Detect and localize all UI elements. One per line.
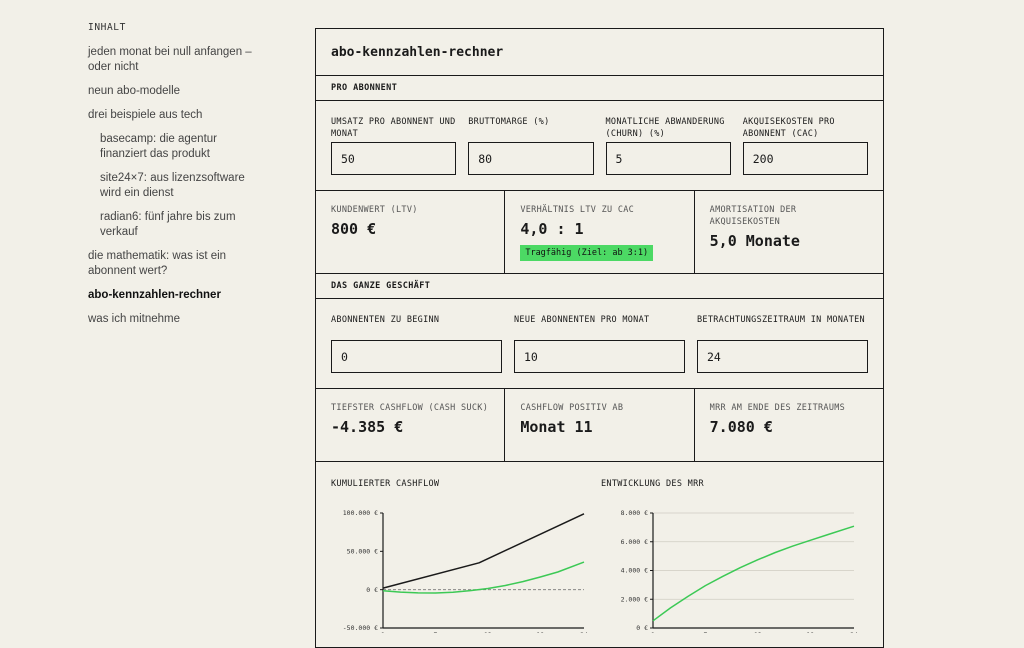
toc-item[interactable]: was ich mitnehme (88, 312, 263, 327)
y-tick-label: 100.000 € (343, 509, 378, 517)
gross-margin-field: BRUTTOMARGE (%) (468, 101, 594, 190)
x-tick-label: 24 (580, 631, 588, 633)
start-subscribers-label: ABONNENTEN ZU BEGINN (331, 315, 440, 325)
calculator-title: abo-kennzahlen-rechner (316, 29, 883, 76)
new-subscribers-field: NEUE ABONNENTEN PRO MONAT (514, 299, 685, 388)
x-tick-label: 13 (484, 631, 492, 633)
mrr-chart-title: ENTWICKLUNG DES MRR (601, 479, 704, 489)
y-tick-label: 4.000 € (621, 567, 648, 575)
cashflow-chart: KUMULIERTER CASHFLOW -50.000 € 0 € 50.000 … (331, 479, 601, 639)
churn-field: MONATLICHE ABWANDERUNG (CHURN) (%) (605, 101, 731, 190)
series-line (382, 513, 585, 589)
payback-value: 5,0 Monate (709, 232, 800, 250)
payback-label: AMORTISATION DER AKQUISEKOSTEN (709, 205, 797, 227)
ltv-cac-label: VERHÄLTNIS LTV ZU CAC (520, 205, 635, 215)
ltv-label: KUNDENWERT (LTV) (331, 205, 418, 215)
gross-margin-label: BRUTTOMARGE (%) (468, 117, 550, 127)
y-tick-label: 8.000 € (621, 509, 648, 517)
series-line (382, 561, 585, 594)
toc-item[interactable]: drei beispiele aus tech (88, 108, 263, 123)
start-subscribers-input[interactable] (331, 340, 502, 373)
y-tick-label: 50.000 € (347, 548, 378, 556)
period-label: BETRACHTUNGSZEITRAUM IN MONATEN (697, 315, 865, 325)
cac-label: AKQUISEKOSTEN PRO ABONNENT (CAC) (742, 117, 835, 139)
cac-input[interactable] (742, 142, 868, 175)
per-subscriber-results: KUNDENWERT (LTV) 800 € VERHÄLTNIS LTV ZU… (316, 191, 883, 274)
mrr-end-result: MRR AM ENDE DES ZEITRAUMS 7.080 € (695, 389, 883, 461)
churn-input[interactable] (605, 142, 731, 175)
toc-item[interactable]: neun abo-modelle (88, 84, 263, 99)
business-results: TIEFSTER CASHFLOW (CASH SUCK) -4.385 € C… (316, 389, 883, 462)
cash-suck-label: TIEFSTER CASHFLOW (CASH SUCK) (331, 403, 489, 413)
cash-suck-value: -4.385 € (331, 418, 404, 436)
mrr-chart-svg: 0 € 2.000 € 4.000 € 6.000 € 8.000 € 1 7 13 19 24 (621, 509, 858, 639)
table-of-contents: INHALT jeden monat bei null anfangen – o… (88, 22, 263, 336)
per-subscriber-inputs: UMSATZ PRO ABONNENT UND MONAT BRUTTOMARG… (316, 101, 883, 191)
status-badge: Tragfähig (Ziel: ab 3:1) (520, 245, 654, 261)
ltv-value: 800 € (331, 220, 377, 238)
series-line (652, 525, 855, 622)
toc-item[interactable]: die mathematik: was ist ein abonnent wer… (88, 249, 263, 279)
section-per-subscriber: PRO ABONNENT (316, 76, 883, 101)
toc-item[interactable]: site24×7: aus lizenzsoftware wird ein di… (88, 171, 263, 201)
toc-item[interactable]: jeden monat bei null anfangen – oder nic… (88, 45, 263, 75)
x-tick-label: 7 (703, 631, 707, 633)
cash-suck-result: TIEFSTER CASHFLOW (CASH SUCK) -4.385 € (316, 389, 506, 461)
charts-row: KUMULIERTER CASHFLOW -50.000 € 0 € 50.000 … (316, 462, 883, 639)
payback-result: AMORTISATION DER AKQUISEKOSTEN 5,0 Monat… (695, 191, 883, 273)
cashflow-chart-svg: -50.000 € 0 € 50.000 € 100.000 € 1 7 13 19 24 (343, 509, 588, 639)
section-whole-business: DAS GANZE GESCHÄFT (316, 274, 883, 299)
ltv-cac-result: VERHÄLTNIS LTV ZU CAC 4,0 : 1 Tragfähig … (505, 191, 695, 273)
cac-field: AKQUISEKOSTEN PRO ABONNENT (CAC) (742, 101, 868, 190)
ltv-cac-value: 4,0 : 1 (520, 220, 584, 238)
calculator-panel: abo-kennzahlen-rechner PRO ABONNENT UMSA… (315, 28, 884, 648)
breakeven-value: Monat 11 (520, 418, 593, 436)
gross-margin-input[interactable] (468, 142, 594, 175)
toc-heading: INHALT (88, 22, 126, 33)
breakeven-label: CASHFLOW POSITIV AB (520, 403, 624, 413)
toc-item[interactable]: basecamp: die agentur finanziert das pro… (88, 132, 263, 162)
x-tick-label: 7 (433, 631, 437, 633)
y-tick-label: 0 € (366, 586, 378, 594)
y-tick-label: -50.000 € (343, 624, 378, 632)
x-tick-label: 24 (850, 631, 858, 633)
x-tick-label: 1 (651, 631, 655, 633)
new-subscribers-label: NEUE ABONNENTEN PRO MONAT (514, 315, 650, 325)
mrr-end-label: MRR AM ENDE DES ZEITRAUMS (709, 403, 846, 413)
toc-list: jeden monat bei null anfangen – oder nic… (88, 45, 263, 327)
business-inputs: ABONNENTEN ZU BEGINN NEUE ABONNENTEN PRO… (316, 299, 883, 389)
ltv-result: KUNDENWERT (LTV) 800 € (316, 191, 506, 273)
new-subscribers-input[interactable] (514, 340, 685, 373)
y-tick-label: 2.000 € (621, 595, 648, 603)
y-tick-label: 0 € (636, 624, 648, 632)
start-subscribers-field: ABONNENTEN ZU BEGINN (331, 299, 502, 388)
churn-label: MONATLICHE ABWANDERUNG (CHURN) (%) (605, 117, 725, 139)
x-tick-label: 19 (806, 631, 814, 633)
period-field: BETRACHTUNGSZEITRAUM IN MONATEN (697, 299, 868, 388)
x-tick-label: 13 (754, 631, 762, 633)
breakeven-result: CASHFLOW POSITIV AB Monat 11 (505, 389, 695, 461)
revenue-input[interactable] (331, 142, 457, 175)
toc-item[interactable]: abo-kennzahlen-rechner (88, 288, 263, 303)
cashflow-chart-title: KUMULIERTER CASHFLOW (331, 479, 440, 489)
revenue-label: UMSATZ PRO ABONNENT UND MONAT (331, 117, 456, 139)
x-tick-label: 19 (536, 631, 544, 633)
mrr-chart: ENTWICKLUNG DES MRR 0 € 2.000 € 4.000 € 6.0… (601, 479, 871, 639)
x-tick-label: 1 (381, 631, 385, 633)
mrr-end-value: 7.080 € (709, 418, 773, 436)
y-tick-label: 6.000 € (621, 538, 648, 546)
period-input[interactable] (697, 340, 868, 373)
toc-item[interactable]: radian6: fünf jahre bis zum verkauf (88, 210, 263, 240)
revenue-field: UMSATZ PRO ABONNENT UND MONAT (331, 101, 457, 190)
